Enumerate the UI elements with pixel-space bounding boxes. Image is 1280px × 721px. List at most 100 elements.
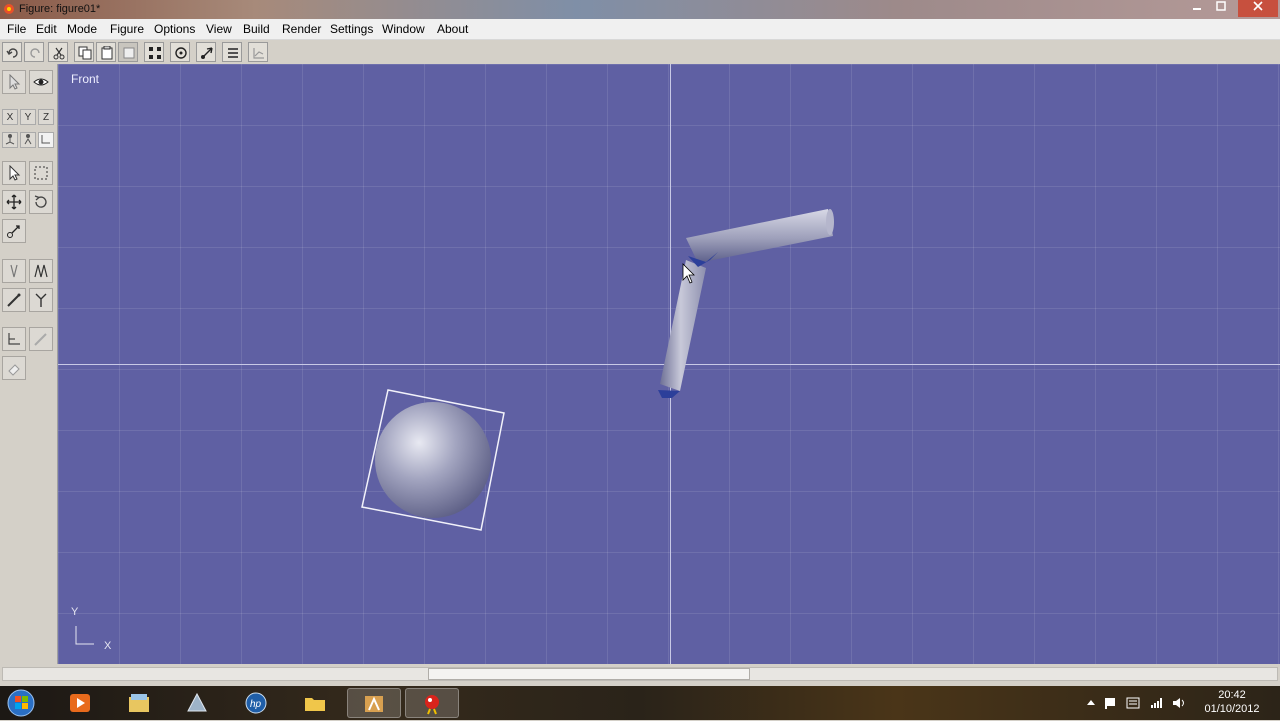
tray-signal-icon[interactable] <box>1150 697 1164 709</box>
minimize-icon <box>1193 8 1201 10</box>
grid-points-icon <box>149 47 161 59</box>
bone-button[interactable] <box>2 259 26 283</box>
axis-x-label: X <box>104 640 112 652</box>
bone-icon <box>10 264 18 278</box>
menu-build[interactable]: Build <box>243 22 270 36</box>
maximize-button[interactable] <box>1208 0 1234 17</box>
menu-view[interactable]: View <box>206 22 232 36</box>
taskbar-app[interactable] <box>171 688 225 718</box>
graph-button[interactable] <box>248 42 268 62</box>
taskbar-folder[interactable] <box>289 688 343 718</box>
taskbar-media-player[interactable] <box>54 688 108 718</box>
viewport-front[interactable]: Front Y X <box>58 64 1280 664</box>
paste-button[interactable] <box>96 42 116 62</box>
horizontal-scrollbar[interactable] <box>0 664 1280 686</box>
menu-figure[interactable]: Figure <box>110 22 144 36</box>
menu-edit[interactable]: Edit <box>36 22 57 36</box>
menu-render[interactable]: Render <box>282 22 321 36</box>
copy-button[interactable] <box>74 42 94 62</box>
box-select-icon <box>34 166 48 180</box>
angle-button[interactable] <box>2 327 26 351</box>
undo-icon <box>6 48 18 58</box>
graph-icon <box>253 48 264 59</box>
eraser-icon <box>8 364 20 376</box>
list-button[interactable] <box>222 42 242 62</box>
pencil-button[interactable] <box>29 327 53 351</box>
move-joint-icon <box>201 47 213 59</box>
cut-button[interactable] <box>48 42 68 62</box>
taskbar-hp[interactable]: hp <box>230 688 284 718</box>
hp-icon: hp <box>245 692 267 714</box>
bird-app-icon <box>425 695 439 715</box>
brush-icon <box>7 293 21 307</box>
eraser-button[interactable] <box>2 356 26 380</box>
joint-button[interactable] <box>29 288 53 312</box>
arrow-select-icon <box>9 165 21 181</box>
arm-upper-segment[interactable] <box>686 209 833 263</box>
arm-joint-bottom <box>658 390 680 398</box>
floor-icon <box>41 135 50 144</box>
clock-date: 01/10/2012 <box>1204 703 1260 715</box>
taskbar-bird-app[interactable] <box>405 688 459 718</box>
scene-canvas <box>75 209 834 645</box>
menu-settings[interactable]: Settings <box>330 22 373 36</box>
rotate-button[interactable] <box>29 190 53 214</box>
window-title: Figure: figure01* <box>19 3 101 15</box>
move-joint-button[interactable] <box>196 42 216 62</box>
figure-tool-3[interactable] <box>38 132 54 148</box>
menu-window[interactable]: Window <box>382 22 425 36</box>
menu-about[interactable]: About <box>437 22 468 36</box>
redo-icon <box>30 48 40 58</box>
media-player-icon <box>70 694 90 712</box>
tray-expand-icon[interactable] <box>1084 697 1098 709</box>
axis-x-toggle[interactable]: X <box>2 109 18 125</box>
pencil-icon <box>34 333 47 346</box>
close-button[interactable] <box>1238 0 1278 17</box>
copy-icon <box>78 46 92 60</box>
taskbar-clock[interactable]: 20:42 01/10/2012 <box>1196 688 1268 716</box>
move-icon <box>6 194 22 210</box>
undo-button[interactable] <box>2 42 22 62</box>
taskbar-file-explorer[interactable] <box>113 688 167 718</box>
duplicate-icon <box>123 47 135 59</box>
app-icon <box>4 4 14 14</box>
figure-tool-1[interactable] <box>2 132 18 148</box>
rotate-joint-icon <box>175 47 187 59</box>
arrow-select-button[interactable] <box>2 161 26 185</box>
paste-icon <box>101 46 113 60</box>
view-eye-button[interactable] <box>29 70 53 94</box>
sphere-object[interactable] <box>375 402 491 518</box>
menu-options[interactable]: Options <box>154 22 195 36</box>
menu-bar: File Edit Mode Figure Options View Build… <box>0 19 1280 40</box>
cut-icon <box>53 47 65 60</box>
move-button[interactable] <box>2 190 26 214</box>
brush-button[interactable] <box>2 288 26 312</box>
rotate-joint-button[interactable] <box>170 42 190 62</box>
multi-bone-icon <box>34 264 48 278</box>
axis-y-toggle[interactable]: Y <box>20 109 36 125</box>
tray-volume-icon[interactable] <box>1172 697 1186 709</box>
angle-icon <box>8 333 20 345</box>
tray-network-icon[interactable] <box>1126 697 1140 709</box>
duplicate-button[interactable] <box>118 42 138 62</box>
start-icon <box>7 689 35 717</box>
taskbar-figure-editor[interactable] <box>347 688 401 718</box>
start-button[interactable] <box>6 688 40 718</box>
box-select-button[interactable] <box>29 161 53 185</box>
axis-z-toggle[interactable]: Z <box>38 109 54 125</box>
title-bar: Figure: figure01* <box>0 0 1280 19</box>
menu-mode[interactable]: Mode <box>67 22 97 36</box>
minimize-button[interactable] <box>1184 0 1210 17</box>
figure-tool-2[interactable] <box>20 132 36 148</box>
menu-file[interactable]: File <box>7 22 26 36</box>
axis-gizmo <box>75 626 94 645</box>
figure-group-icon <box>24 134 32 145</box>
multi-bone-button[interactable] <box>29 259 53 283</box>
select-tool-button[interactable] <box>2 70 26 94</box>
figure-editor-icon <box>365 696 383 712</box>
scale-button[interactable] <box>2 219 26 243</box>
scrollbar-thumb[interactable] <box>428 668 750 680</box>
redo-button[interactable] <box>24 42 44 62</box>
tray-flag-icon[interactable] <box>1104 697 1118 709</box>
grid-points-button[interactable] <box>144 42 164 62</box>
